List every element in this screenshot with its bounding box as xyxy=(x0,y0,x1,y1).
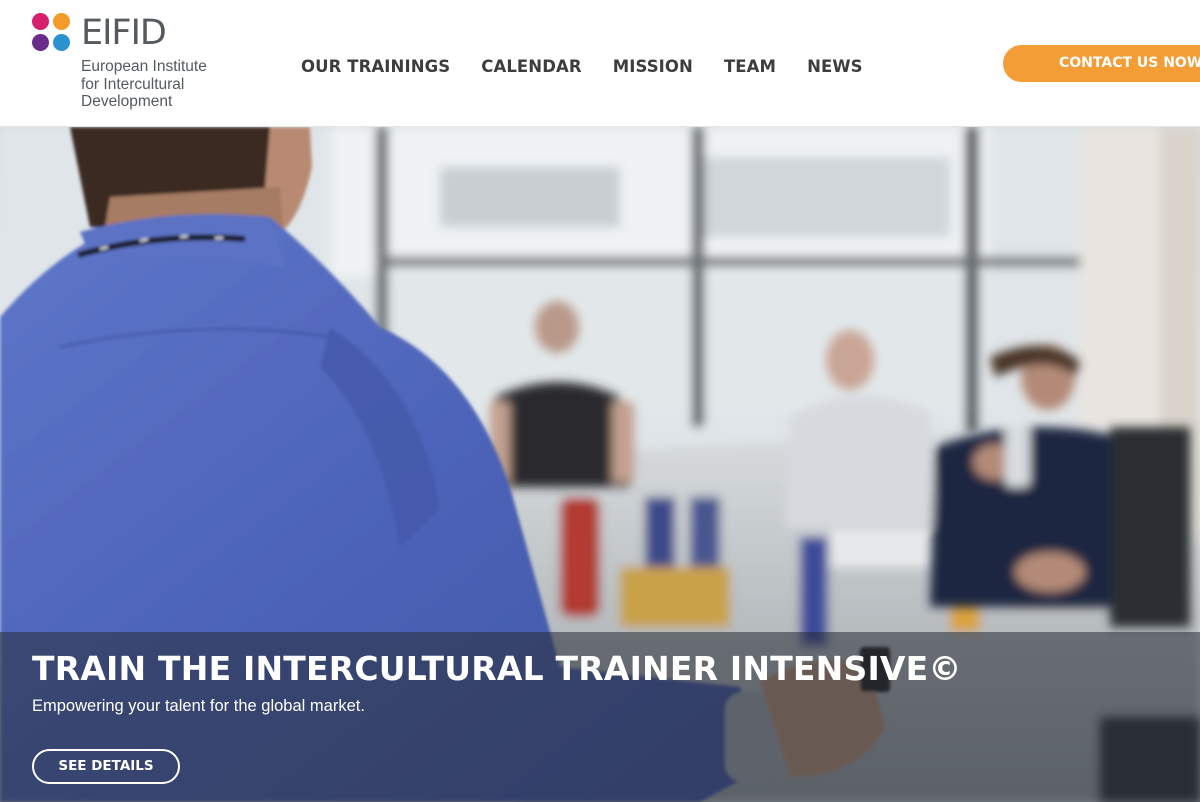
nav-item-mission[interactable]: MISSION xyxy=(613,55,693,79)
logo-dot-pink xyxy=(32,13,49,30)
nav-item-news[interactable]: NEWS xyxy=(807,55,863,79)
contact-us-button[interactable]: CONTACT US NOW! xyxy=(1003,45,1200,82)
eifid-logo[interactable]: EIFID European Institute for Intercultur… xyxy=(32,13,232,113)
hero-subtitle: Empowering your talent for the global ma… xyxy=(32,697,365,715)
logo-dot-blue xyxy=(53,34,70,51)
nav-item-calendar[interactable]: CALENDAR xyxy=(481,55,581,79)
logo-dot-orange xyxy=(53,13,70,30)
nav-item-team[interactable]: TEAM xyxy=(724,55,776,79)
logo-subtitle-line-3: Development xyxy=(81,93,173,110)
site-header: EIFID European Institute for Intercultur… xyxy=(0,0,1200,127)
main-nav: OUR TRAININGS CALENDAR MISSION TEAM NEWS xyxy=(301,55,894,79)
logo-dots-icon xyxy=(32,13,72,53)
hero-title: TRAIN THE INTERCULTURAL TRAINER INTENSIV… xyxy=(32,649,962,688)
logo-dot-purple xyxy=(32,34,49,51)
nav-item-our-trainings[interactable]: OUR TRAININGS xyxy=(301,55,450,79)
logo-subtitle-line-1: European Institute xyxy=(81,58,207,75)
logo-subtitle: European Institute for Intercultural Dev… xyxy=(81,58,241,111)
logo-wordmark: EIFID xyxy=(81,13,167,53)
hero-banner: TRAIN THE INTERCULTURAL TRAINER INTENSIV… xyxy=(0,127,1200,802)
logo-subtitle-line-2: for Intercultural xyxy=(81,75,185,93)
see-details-button[interactable]: SEE DETAILS xyxy=(32,749,180,784)
